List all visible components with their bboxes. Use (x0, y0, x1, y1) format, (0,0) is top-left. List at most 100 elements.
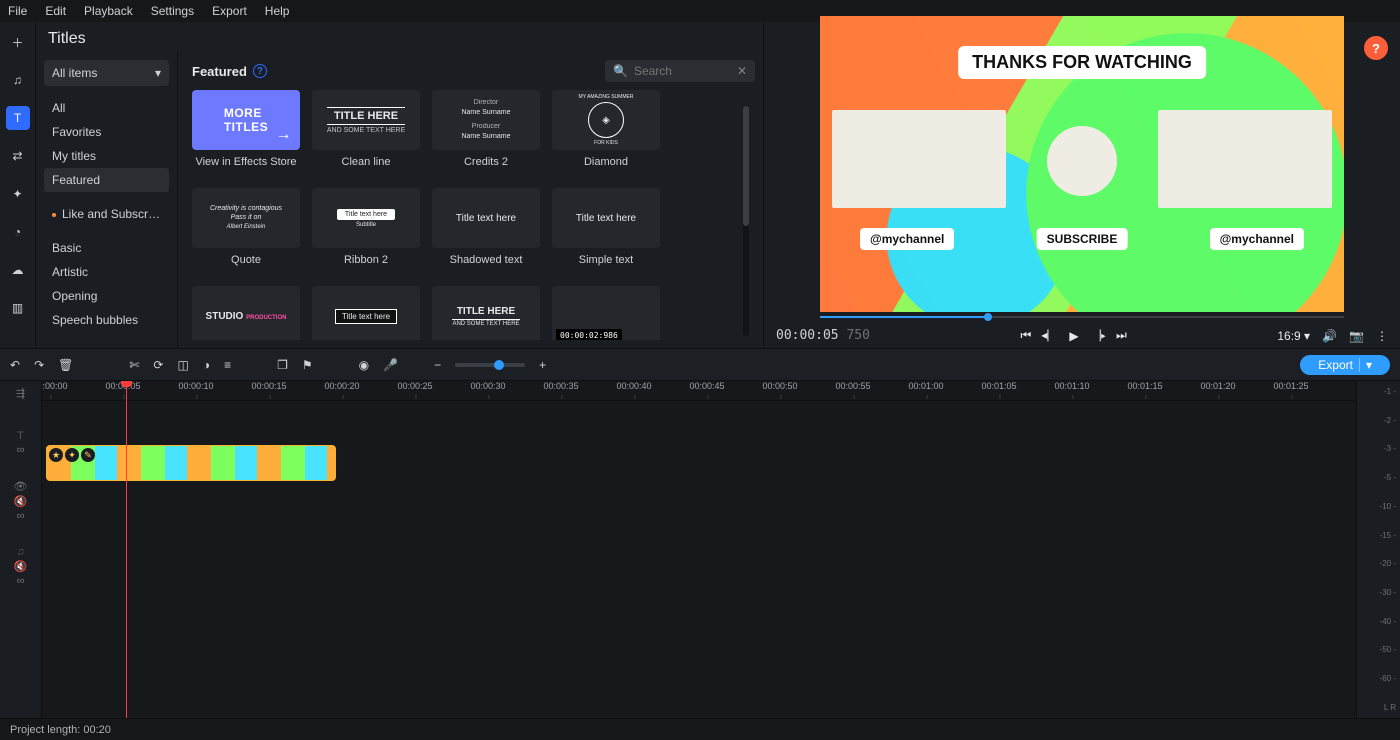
title-card[interactable]: Title text hereSimple text (552, 188, 660, 266)
wizard-icon[interactable]: ⇶ (16, 387, 25, 400)
search-field[interactable]: 🔍 ✕ (605, 60, 755, 82)
side-item[interactable]: Featured (44, 168, 169, 192)
zoom-out-icon[interactable]: − (434, 358, 441, 372)
side-item[interactable]: All (44, 96, 169, 120)
title-track-icon[interactable]: T (17, 430, 24, 442)
redo-icon[interactable]: ↷ (34, 358, 44, 372)
side-item[interactable]: Favorites (44, 120, 169, 144)
mute2-icon[interactable]: 🔇 (14, 560, 28, 573)
meter-mark: -60 - (1361, 674, 1396, 683)
zoom-in-icon[interactable]: + (539, 358, 546, 372)
timeline-body[interactable]: 00:00:0000:00:0500:00:1000:00:1500:00:20… (42, 381, 1356, 718)
title-card[interactable]: 00:00:02:986 (552, 286, 660, 340)
stickers-icon[interactable]: ☁ (6, 258, 30, 282)
timeline-ruler[interactable]: 00:00:0000:00:0500:00:1000:00:1500:00:20… (42, 381, 1356, 401)
effects-icon[interactable]: ✦ (6, 182, 30, 206)
link-icon[interactable]: ∞ (17, 444, 25, 456)
side-item[interactable]: Speech bubbles (44, 308, 169, 332)
link3-icon[interactable]: ∞ (17, 575, 25, 587)
eye-icon[interactable]: 👁 (14, 480, 28, 493)
mic-icon[interactable]: 🎤 (383, 358, 398, 372)
add-media-icon[interactable]: ＋ (6, 30, 30, 54)
title-card[interactable]: TITLE HEREAND SOME TEXT HERE (432, 286, 540, 340)
titles-icon[interactable]: T (6, 106, 30, 130)
step-back-icon[interactable]: ◂⎸ (1041, 328, 1059, 343)
step-forward-icon[interactable]: ⎹▸ (1089, 328, 1106, 343)
card-label: Credits 2 (432, 156, 540, 168)
export-button[interactable]: Export▾ (1300, 355, 1390, 375)
aspect-ratio[interactable]: 16:9 ▾ (1277, 329, 1310, 343)
title-card[interactable]: STUDIO PRODUCTION (192, 286, 300, 340)
play-icon[interactable]: ▶ (1069, 329, 1078, 343)
record-icon[interactable]: ◉ (359, 358, 369, 372)
title-card[interactable]: MORETITLES→View in Effects Store (192, 90, 300, 168)
marker-icon[interactable]: ⚑ (302, 358, 313, 372)
preview-title: THANKS FOR WATCHING (958, 46, 1206, 79)
export-caret-icon[interactable]: ▾ (1359, 358, 1372, 372)
audio-icon[interactable]: ♫ (6, 68, 30, 92)
search-input[interactable] (634, 64, 731, 78)
scrollbar-thumb[interactable] (743, 106, 749, 226)
zoom-slider[interactable] (455, 363, 525, 367)
color-icon[interactable]: ◑ (203, 358, 210, 372)
title-card[interactable]: Title text hereShadowed text (432, 188, 540, 266)
side-item[interactable]: Opening (44, 284, 169, 308)
meter-mark: -5 - (1361, 473, 1396, 482)
video-clip[interactable]: ★ ✦ ✎ (46, 445, 336, 481)
more-tools-icon[interactable]: ▥ (6, 296, 30, 320)
preview-sub-mid: SUBSCRIBE (1037, 228, 1128, 250)
side-item[interactable]: Artistic (44, 260, 169, 284)
elements-icon[interactable]: ◔ (6, 220, 30, 244)
title-card[interactable]: Creativity is contagiousPass it onAlbert… (192, 188, 300, 266)
chevron-down-icon: ▾ (155, 66, 161, 80)
playhead[interactable] (126, 381, 127, 718)
rotate-icon[interactable]: ⟳ (153, 358, 163, 372)
ruler-tick: 00:00:00 (42, 381, 68, 391)
skip-end-icon[interactable]: ⏭ (1116, 328, 1127, 343)
help-icon[interactable]: ? (253, 64, 267, 78)
preview-sub-left: @mychannel (860, 228, 954, 250)
menu-playback[interactable]: Playback (84, 4, 133, 18)
link2-icon[interactable]: ∞ (17, 510, 25, 522)
cut-icon[interactable]: ✄ (129, 358, 139, 372)
overlay-icon[interactable]: ❐ (277, 358, 288, 372)
side-item[interactable]: Basic (44, 236, 169, 260)
transitions-icon[interactable]: ⇄ (6, 144, 30, 168)
clear-icon[interactable]: ✕ (737, 64, 747, 78)
side-item[interactable]: Like and Subscribe Pa... (44, 202, 169, 226)
title-card[interactable]: DirectorName SurnameProducerName Surname… (432, 90, 540, 168)
preview-seek-bar[interactable] (820, 312, 1344, 322)
preview-sub-right: @mychannel (1210, 228, 1304, 250)
skip-start-icon[interactable]: ⏮ (1020, 328, 1031, 343)
section-heading: Featured (192, 64, 247, 79)
crop-icon[interactable]: ◫ (177, 358, 188, 372)
undo-icon[interactable]: ↶ (10, 358, 20, 372)
ruler-tick: 00:01:15 (1127, 381, 1162, 391)
title-card[interactable]: MY AMAZING SUMMER◈FOR KIDSDiamond (552, 90, 660, 168)
mute-icon[interactable]: 🔇 (14, 495, 28, 508)
properties-icon[interactable]: ≡ (224, 358, 231, 372)
menu-edit[interactable]: Edit (45, 4, 66, 18)
title-card[interactable]: Title text hereSubtitleRibbon 2 (312, 188, 420, 266)
ruler-tick: 00:00:50 (762, 381, 797, 391)
category-dropdown[interactable]: All items ▾ (44, 60, 169, 86)
delete-icon[interactable]: 🗑 (58, 358, 73, 372)
music-track-icon[interactable]: ♫ (16, 546, 24, 558)
snapshot-icon[interactable]: 📷 (1349, 329, 1364, 343)
menu-export[interactable]: Export (212, 4, 247, 18)
menu-settings[interactable]: Settings (151, 4, 194, 18)
ruler-tick: 00:00:30 (470, 381, 505, 391)
volume-icon[interactable]: 🔊 (1322, 329, 1337, 343)
more-icon[interactable]: ⋮ (1376, 329, 1388, 343)
title-card[interactable]: Title text here (312, 286, 420, 340)
menu-help[interactable]: Help (265, 4, 290, 18)
side-item[interactable]: My titles (44, 144, 169, 168)
help-button[interactable]: ? (1364, 36, 1388, 60)
menu-file[interactable]: File (8, 4, 27, 18)
title-card[interactable]: TITLE HEREAND SOME TEXT HEREClean line (312, 90, 420, 168)
ruler-tick: 00:00:35 (543, 381, 578, 391)
scrollbar-track[interactable] (743, 106, 749, 336)
titles-panel: Titles All items ▾ AllFavoritesMy titles… (36, 22, 764, 348)
ruler-tick: 00:01:05 (981, 381, 1016, 391)
preview-canvas[interactable]: THANKS FOR WATCHING @mychannel SUBSCRIBE… (820, 16, 1344, 312)
